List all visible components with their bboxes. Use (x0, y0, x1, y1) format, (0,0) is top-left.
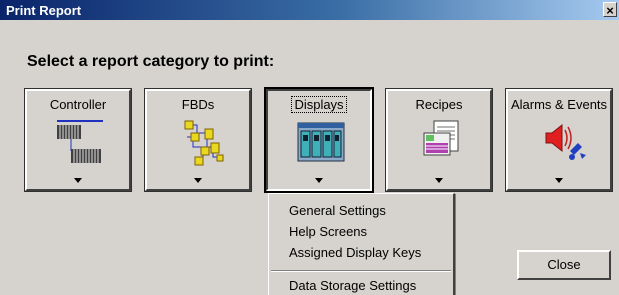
fbd-icon (147, 117, 249, 169)
category-label: Displays (268, 96, 370, 113)
displays-icon (268, 117, 370, 169)
chevron-down-icon (555, 178, 563, 183)
window-title: Print Report (6, 3, 82, 18)
category-alarms-events-button[interactable]: Alarms & Events (505, 88, 613, 192)
recipes-icon (388, 117, 490, 169)
page-heading: Select a report category to print: (27, 53, 275, 70)
displays-dropdown-menu: General Settings Help Screens Assigned D… (268, 193, 455, 295)
window-close-button[interactable]: × (603, 2, 617, 18)
chevron-down-icon (435, 178, 443, 183)
close-button[interactable]: Close (517, 250, 611, 280)
alarm-speaker-icon (508, 117, 610, 169)
category-recipes-button[interactable]: Recipes (385, 88, 493, 192)
menu-item-general-settings[interactable]: General Settings (289, 203, 386, 218)
title-bar: Print Report × (0, 0, 619, 20)
category-label: Alarms & Events (510, 97, 608, 112)
controller-icon (27, 117, 129, 169)
chevron-down-icon (194, 178, 202, 183)
category-fbds-button[interactable]: FBDs (144, 88, 252, 192)
category-displays-button[interactable]: Displays (264, 87, 374, 193)
menu-separator (271, 270, 451, 272)
menu-item-assigned-display-keys[interactable]: Assigned Display Keys (289, 245, 421, 260)
menu-item-help-screens[interactable]: Help Screens (289, 224, 367, 239)
category-label: Recipes (415, 97, 463, 112)
menu-item-data-storage-settings[interactable]: Data Storage Settings (289, 278, 416, 293)
category-controller-button[interactable]: Controller (24, 88, 132, 192)
category-label: FBDs (181, 97, 215, 112)
chevron-down-icon (74, 178, 82, 183)
category-label: Controller (49, 97, 107, 112)
chevron-down-icon (315, 178, 323, 183)
